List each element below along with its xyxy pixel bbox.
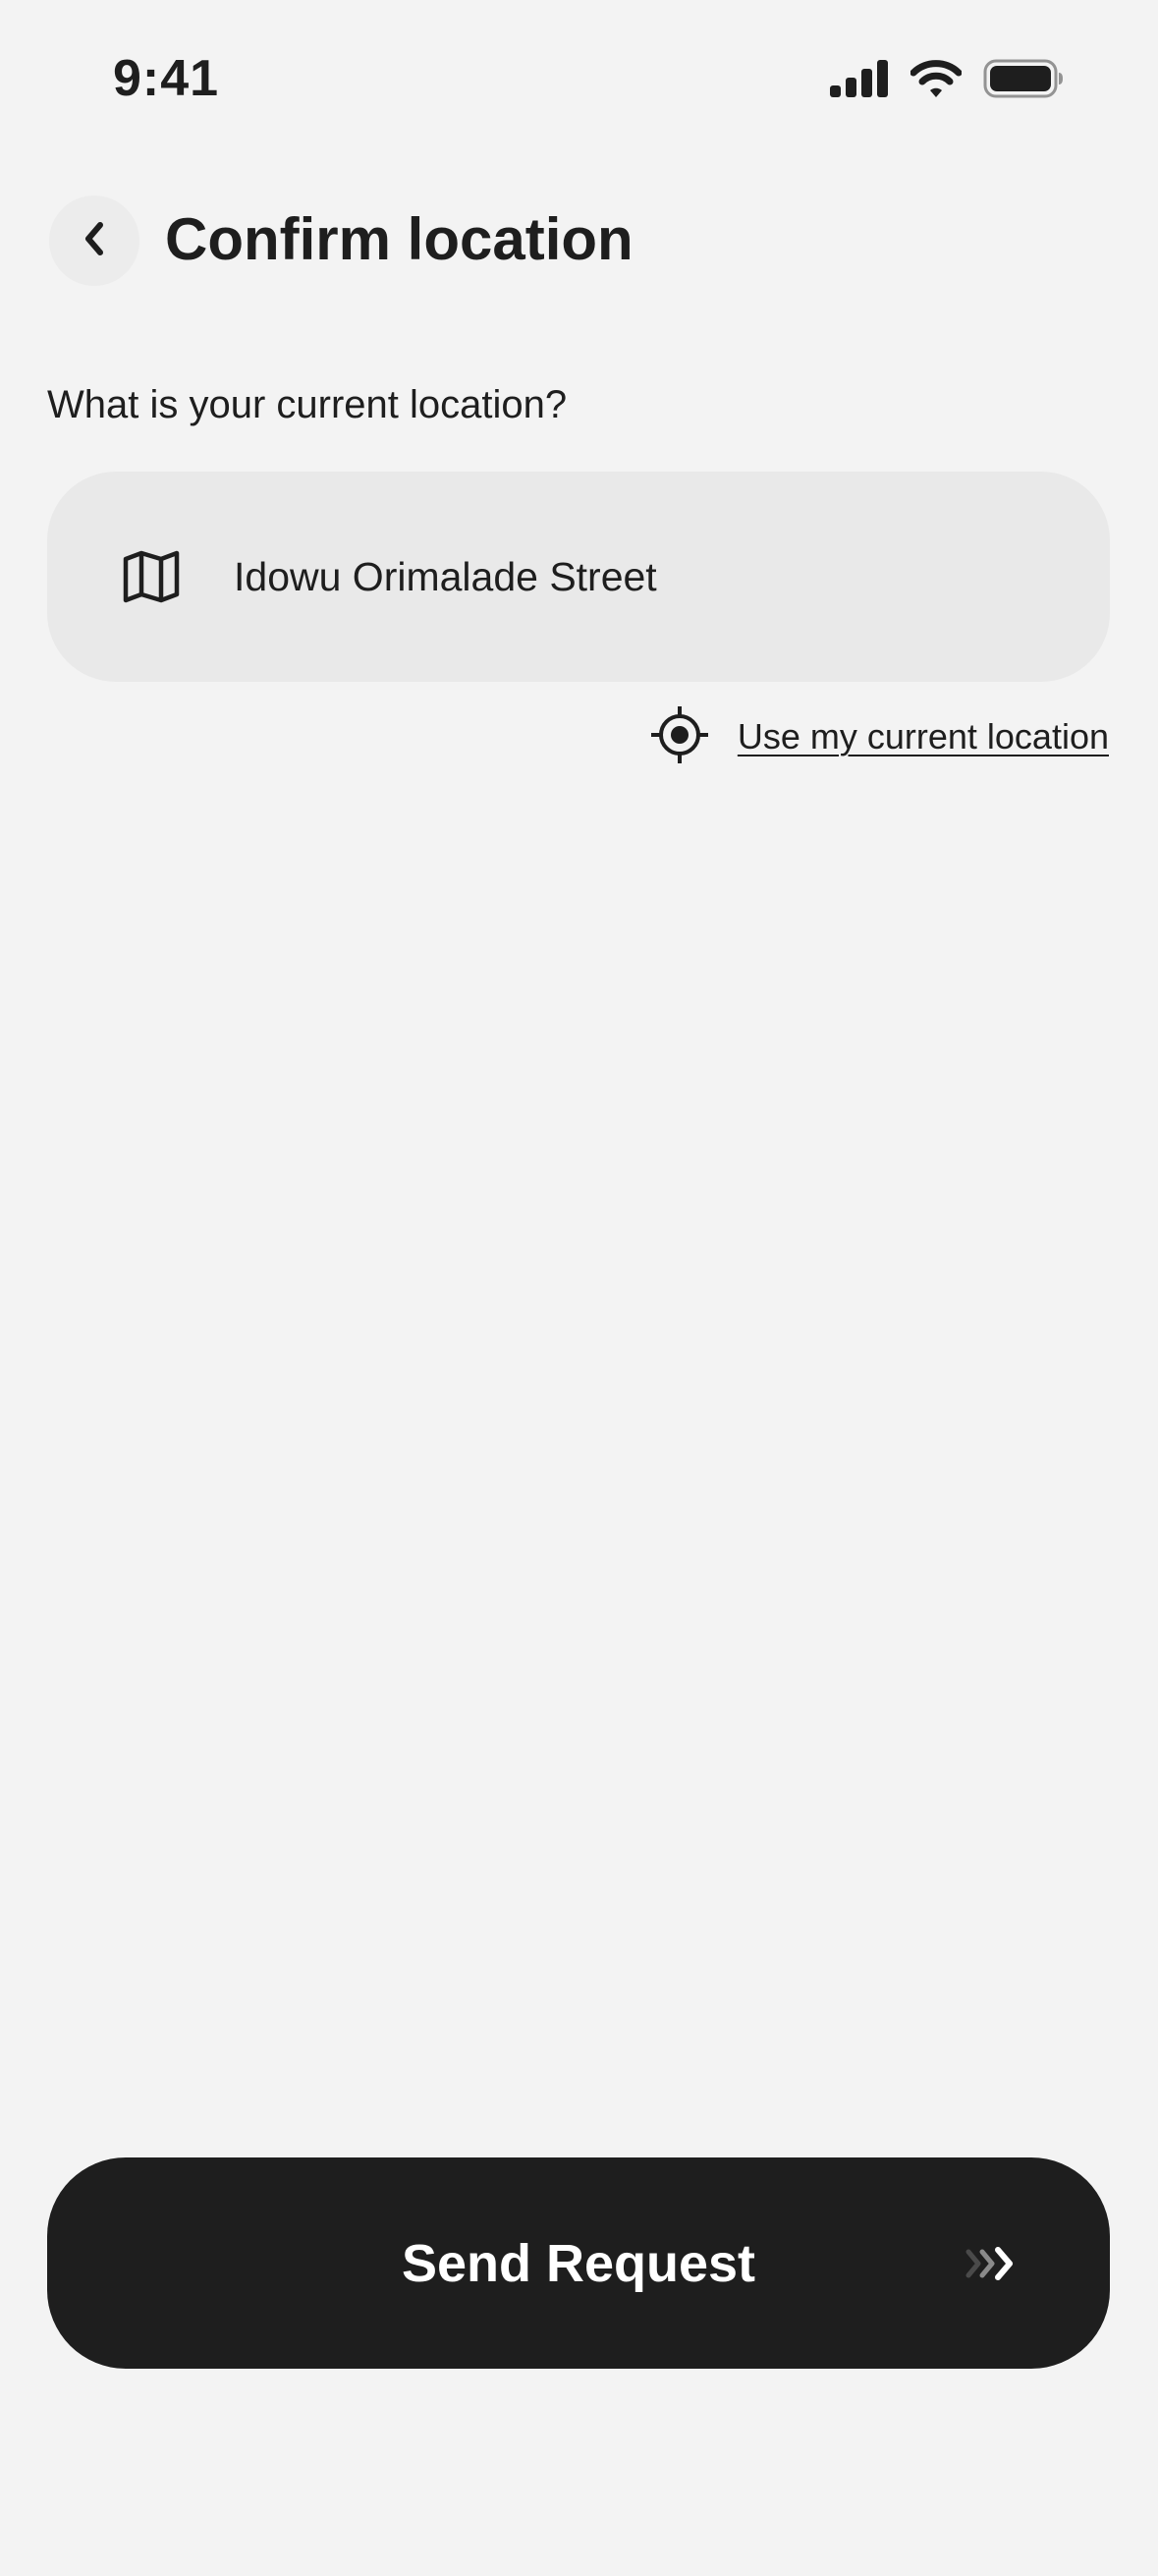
cellular-signal-icon xyxy=(830,59,889,102)
send-request-label: Send Request xyxy=(401,2233,756,2293)
crosshair-target-icon xyxy=(650,705,708,768)
chevron-left-icon xyxy=(81,219,108,263)
status-icons xyxy=(830,57,1064,104)
status-time: 9:41 xyxy=(113,50,220,107)
use-current-location-link[interactable]: Use my current location xyxy=(650,705,1109,768)
wifi-icon xyxy=(910,59,963,103)
location-field[interactable]: Idowu Orimalade Street xyxy=(47,472,1110,682)
location-question-label: What is your current location? xyxy=(47,383,568,426)
send-request-button[interactable]: Send Request xyxy=(47,2157,1110,2369)
page-title: Confirm location xyxy=(165,206,634,272)
use-current-location-label: Use my current location xyxy=(737,716,1109,756)
battery-icon xyxy=(983,59,1064,103)
double-chevron-right-icon xyxy=(963,2244,1021,2283)
location-value: Idowu Orimalade Street xyxy=(234,554,657,599)
back-button[interactable] xyxy=(49,196,139,286)
map-icon xyxy=(122,550,181,603)
